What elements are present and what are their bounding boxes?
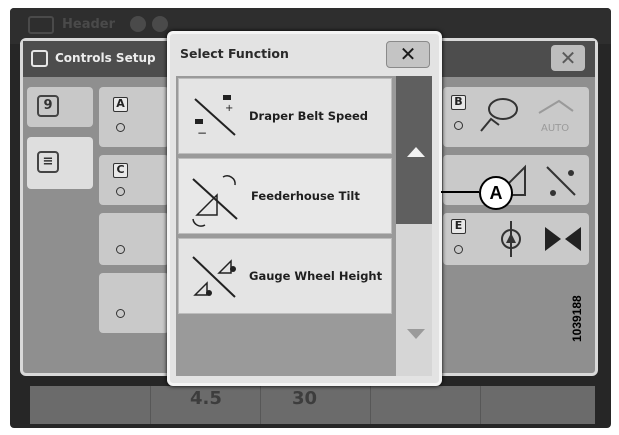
status-dot (116, 187, 125, 196)
feederhouse-tilt-icon (192, 175, 238, 227)
auto-icon: AUTO (538, 99, 574, 134)
lateral-tilt-icon (501, 221, 521, 257)
control-slot-3[interactable] (99, 213, 169, 265)
status-dot (454, 245, 463, 254)
control-slot-d[interactable] (443, 155, 589, 205)
function-item-feederhouse-tilt[interactable]: Feederhouse Tilt (178, 158, 392, 234)
tab-2-icon: ≡ (37, 151, 59, 173)
select-function-close-button[interactable]: ✕ (386, 41, 430, 68)
figure-id: 1039188 (570, 295, 584, 342)
info-icon-2 (152, 16, 168, 32)
column-letter-e: E (451, 219, 466, 234)
gauge-wheel-height-icon (192, 256, 236, 298)
callout-marker: A (479, 176, 513, 210)
status-dot (454, 121, 463, 130)
status-value: 4.5 (190, 388, 222, 409)
control-slot-a[interactable]: A (99, 87, 169, 147)
status-cell (30, 386, 151, 424)
controls-tab-1[interactable]: 9 (27, 87, 93, 127)
function-item-gauge-wheel-height[interactable]: Gauge Wheel Height (178, 238, 392, 314)
function-item-label: Gauge Wheel Height (249, 269, 383, 283)
column-letter-c: C (113, 163, 128, 178)
controls-setup-icon (31, 50, 48, 67)
status-value: 30 (292, 388, 318, 409)
status-dot (116, 123, 125, 132)
function-list: + − Draper Belt Speed Feederhouse Tilt G… (176, 76, 400, 376)
triangle-down-icon[interactable] (407, 329, 425, 339)
gauge-wheel-icon (546, 166, 576, 196)
draper-belt-speed-icon: + − (194, 95, 236, 140)
header-title: Header (62, 17, 116, 32)
function-item-label: Draper Belt Speed (249, 109, 369, 123)
control-slot-e[interactable]: E (443, 213, 589, 265)
bottom-status-strip: 4.5 30 (30, 386, 595, 424)
svg-text:+: + (225, 103, 233, 114)
control-slot-b[interactable]: B AUTO (443, 87, 589, 147)
status-cell (370, 386, 481, 424)
control-slot-c[interactable]: C (99, 155, 169, 205)
function-item-label: Feederhouse Tilt (251, 189, 360, 203)
status-dot (116, 309, 125, 318)
header-center-icon (545, 227, 581, 251)
reel-position-icon (480, 98, 518, 132)
callout-leader-line (441, 191, 479, 193)
tab-1-icon: 9 (37, 95, 59, 117)
svg-text:−: − (197, 126, 207, 140)
auto-label: AUTO (541, 123, 569, 134)
select-function-dialog: Select Function ✕ + − Draper Belt Speed … (167, 31, 442, 386)
header-icon (28, 16, 54, 34)
control-slot-4[interactable] (99, 273, 169, 333)
controls-setup-close-button[interactable]: ✕ (551, 45, 585, 71)
function-item-draper-belt-speed[interactable]: + − Draper Belt Speed (178, 78, 392, 154)
column-letter-b: B (451, 95, 466, 110)
column-letter-a: A (113, 97, 128, 112)
select-function-title: Select Function (180, 46, 289, 61)
controls-setup-title: Controls Setup (55, 51, 156, 65)
info-icon (130, 16, 146, 32)
triangle-up-icon[interactable] (407, 147, 425, 157)
controls-tab-2[interactable]: ≡ (27, 137, 93, 189)
function-list-scrollbar[interactable] (396, 76, 432, 376)
status-dot (116, 245, 125, 254)
